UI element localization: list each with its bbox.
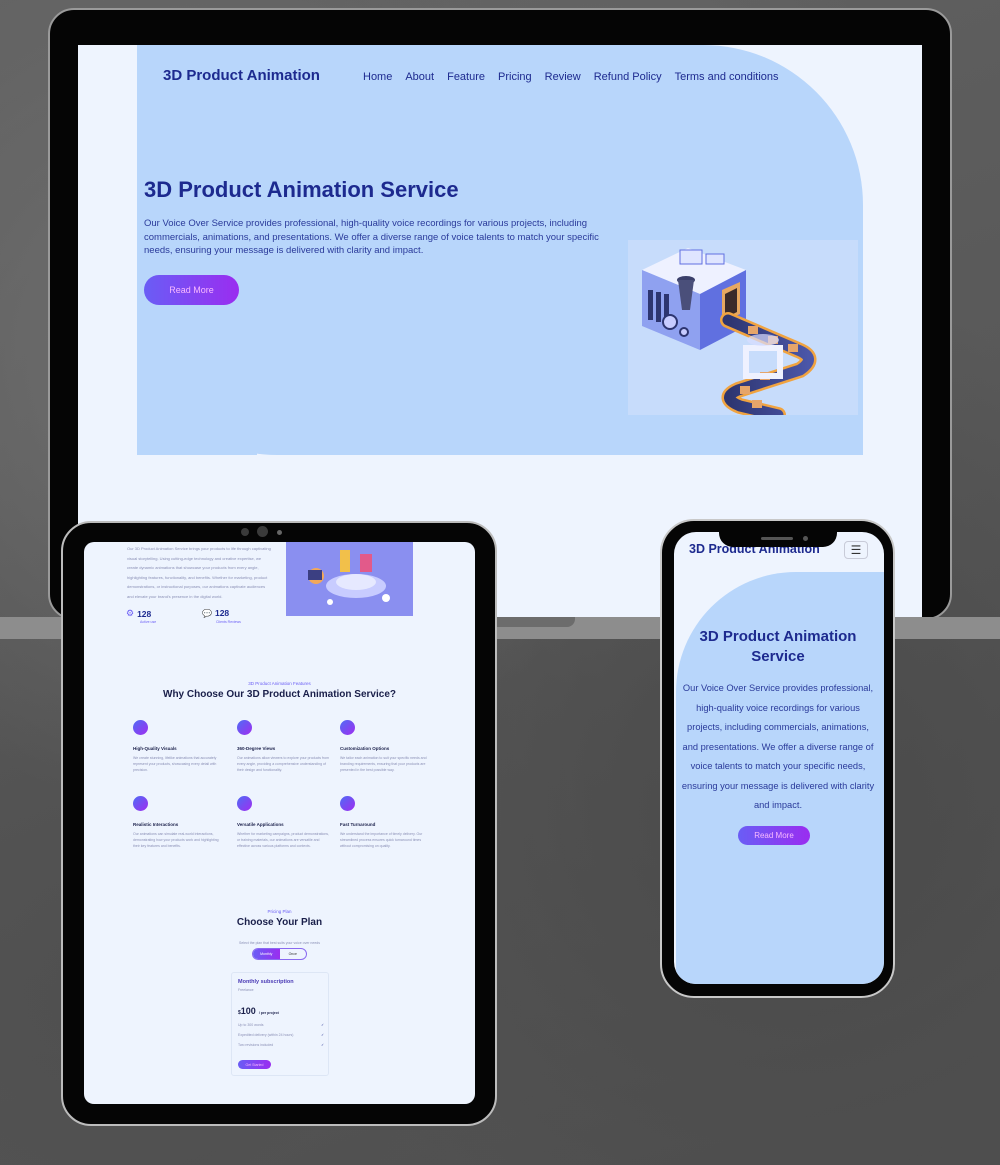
toggle-once[interactable]: Once (280, 949, 307, 959)
stat-active-use: ⚙ 128 (126, 608, 151, 619)
pricing-subtitle: Select the plan that best suits your voi… (239, 941, 320, 945)
feature-title: Fast Turnaround (340, 822, 376, 827)
hamburger-icon[interactable]: ☰ (844, 541, 868, 559)
check-icon: ✓ (321, 1033, 324, 1037)
gears-icon: ⚙ (126, 608, 135, 618)
tablet-screen: Our 3D Product Animation Service brings … (84, 542, 475, 1104)
feature-desc: Whether for marketing campaigns, product… (237, 832, 330, 848)
features-title: Why Choose Our 3D Product Animation Serv… (163, 689, 396, 700)
nav-pricing[interactable]: Pricing (498, 71, 532, 83)
feature-card: 360-Degree Views Our animations allow vi… (237, 720, 329, 773)
feature-desc: Our animations allow viewers to explore … (237, 756, 330, 772)
feature-title: Realistic Interactions (133, 822, 179, 827)
feature-card: Fast Turnaround We understand the import… (340, 796, 432, 849)
toggle-monthly[interactable]: Monthly (253, 949, 280, 959)
stat-label: Active use (140, 620, 157, 624)
pricing-eyebrow: Pricing Plan (267, 909, 292, 914)
feature-desc: Our animations can simulate real-world i… (133, 832, 219, 848)
read-more-button[interactable]: Read More (738, 826, 810, 845)
plan-name: Monthly subscription (238, 979, 294, 985)
tablet-sensor (277, 530, 282, 535)
plan-feature-text: Two revisions included (238, 1043, 274, 1047)
feature-title: High-Quality Visuals (133, 746, 177, 751)
check-icon: ✓ (321, 1023, 324, 1027)
phone-speaker (761, 537, 793, 540)
get-started-button[interactable]: Get Started (238, 1060, 271, 1069)
about-illustration (286, 542, 413, 616)
nav-home[interactable]: Home (363, 71, 392, 83)
nav-terms[interactable]: Terms and conditions (675, 71, 779, 83)
feature-title: Customization Options (340, 746, 390, 751)
stat-label: Clients Reviews (216, 620, 241, 624)
feature-desc: We create stunning, lifelike animations … (133, 756, 217, 772)
pricing-card: Monthly subscription Freelance $ 100 / p… (231, 972, 329, 1076)
hero-title: 3D Product Animation Service (699, 628, 857, 665)
about-text: Our 3D Product Animation Service brings … (127, 546, 271, 599)
feature-card: High-Quality Visuals We create stunning,… (133, 720, 225, 773)
feature-title: Versatile Applications (237, 822, 284, 827)
read-more-button[interactable]: Read More (144, 275, 239, 305)
nav-refund-policy[interactable]: Refund Policy (594, 71, 662, 83)
features-eyebrow: 3D Product Animation Features (248, 681, 311, 686)
check-icon: ✓ (321, 1043, 324, 1047)
nav-about[interactable]: About (405, 71, 434, 83)
plan-feature: Up to 300 words ✓ (238, 1023, 324, 1027)
plan-feature-text: Up to 300 words (238, 1023, 264, 1027)
tablet-lens (257, 526, 268, 537)
feature-icon (237, 796, 252, 811)
plan-tier: Freelance (238, 988, 254, 992)
feature-card: Customization Options We tailor each ani… (340, 720, 432, 773)
nav-review[interactable]: Review (545, 71, 581, 83)
feature-icon (133, 720, 148, 735)
price-amount: 100 (240, 1006, 256, 1016)
phone-screen: 3D Product Animation ☰ 3D Product Animat… (674, 532, 884, 984)
price-period: / per project (258, 1011, 279, 1015)
plan-price: $ 100 / per project (238, 1006, 279, 1016)
nav-feature[interactable]: Feature (447, 71, 485, 83)
main-nav: Home About Feature Pricing Review Refund… (363, 71, 779, 83)
phone-camera (803, 536, 808, 541)
stat-value: 128 (137, 608, 152, 619)
plan-feature: Expedited delivery (within 24 hours) ✓ (238, 1033, 324, 1037)
stat-clients-reviews: 💬 128 (202, 608, 229, 618)
feature-icon (133, 796, 148, 811)
phone-notch (719, 521, 837, 547)
plan-feature-text: Expedited delivery (within 24 hours) (238, 1033, 294, 1037)
billing-toggle[interactable]: Monthly Once (252, 948, 307, 960)
site-logo[interactable]: 3D Product Animation (163, 67, 320, 84)
hero-description: Our Voice Over Service provides professi… (144, 218, 599, 256)
feature-card: Versatile Applications Whether for marke… (237, 796, 329, 849)
factory-illustration (628, 240, 858, 415)
pricing-title: Choose Your Plan (236, 917, 323, 928)
hero-title: 3D Product Animation Service (144, 177, 459, 202)
feature-icon (340, 720, 355, 735)
feature-card: Realistic Interactions Our animations ca… (133, 796, 225, 849)
feature-title: 360-Degree Views (237, 746, 276, 751)
feature-icon (237, 720, 252, 735)
chat-icon: 💬 (202, 608, 212, 618)
tablet-camera (241, 528, 249, 536)
feature-desc: We tailor each animation to suit your sp… (340, 756, 427, 772)
stat-value: 128 (214, 608, 230, 618)
hero-description: Our Voice Over Service provides professi… (681, 683, 875, 810)
plan-feature: Two revisions included ✓ (238, 1043, 324, 1047)
feature-desc: We understand the importance of timely d… (340, 832, 423, 848)
feature-icon (340, 796, 355, 811)
